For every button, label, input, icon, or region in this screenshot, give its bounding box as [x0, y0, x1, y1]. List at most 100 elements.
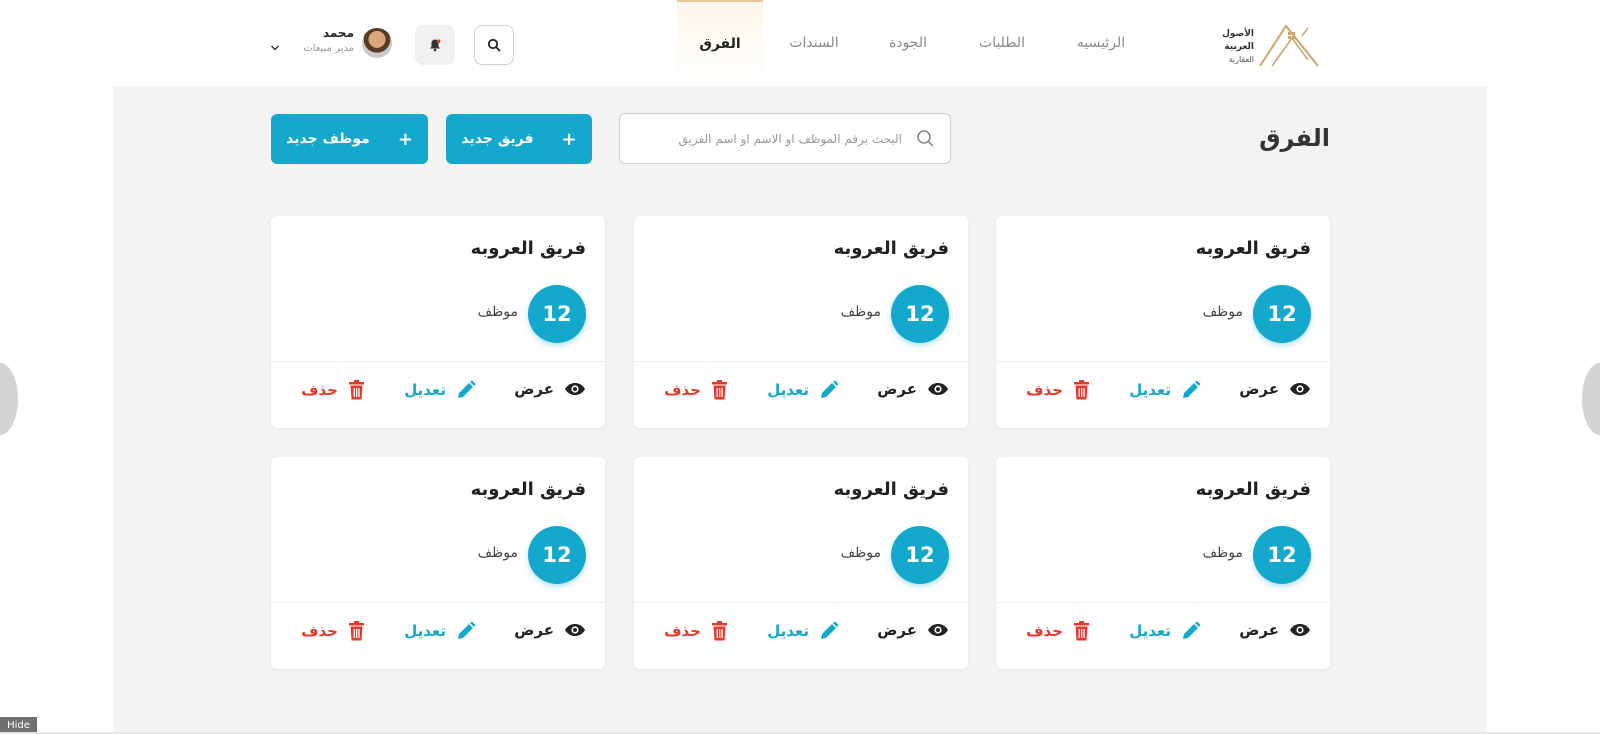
delete-label: حذف: [1026, 622, 1063, 640]
team-card: فريق العروبه 12 موظف عرض تعديل حذف: [996, 457, 1330, 669]
search-icon: [487, 38, 501, 52]
team-card: فريق العروبه 12 موظف عرض تعديل حذف: [271, 457, 605, 669]
edit-team-button[interactable]: تعديل: [404, 380, 476, 400]
view-label: عرض: [877, 621, 917, 639]
new-employee-label: موظف جديد: [286, 131, 370, 147]
notifications-button[interactable]: [415, 25, 455, 65]
pencil-icon: [458, 380, 476, 398]
new-team-button[interactable]: + فريق جديد: [446, 114, 592, 164]
view-team-button[interactable]: عرض: [877, 380, 949, 398]
card-divider: [271, 361, 605, 362]
scroll-right-handle[interactable]: [1582, 363, 1600, 435]
delete-team-button[interactable]: حذف: [301, 621, 365, 641]
employee-count: 12: [528, 526, 586, 584]
pencil-icon: [1183, 380, 1201, 398]
delete-team-button[interactable]: حذف: [301, 380, 365, 400]
edit-team-button[interactable]: تعديل: [767, 621, 839, 641]
view-label: عرض: [1239, 621, 1279, 639]
team-name: فريق العروبه: [470, 479, 586, 500]
pencil-icon: [821, 380, 839, 398]
team-name: فريق العروبه: [833, 238, 949, 259]
card-divider: [996, 361, 1330, 362]
view-label: عرض: [514, 621, 554, 639]
chevron-down-icon[interactable]: [270, 44, 280, 52]
avatar: [362, 28, 392, 58]
brand-text: الأصول العربية العقارية: [1194, 28, 1254, 66]
nav-teams[interactable]: الفرق: [677, 0, 763, 86]
user-name: محمد: [322, 26, 354, 40]
edit-team-button[interactable]: تعديل: [1129, 380, 1201, 400]
employee-count-label: موظف: [1202, 545, 1243, 561]
house-roof-logo-icon: [1259, 24, 1319, 67]
edit-label: تعديل: [1129, 381, 1171, 399]
delete-team-button[interactable]: حذف: [1026, 380, 1090, 400]
scroll-left-handle[interactable]: [0, 363, 18, 435]
user-menu[interactable]: محمد مدير مبيعات: [270, 24, 392, 64]
edit-team-button[interactable]: تعديل: [767, 380, 839, 400]
delete-team-button[interactable]: حذف: [664, 380, 728, 400]
teams-search-input[interactable]: [632, 114, 902, 163]
pencil-icon: [1183, 621, 1201, 639]
trash-icon: [1074, 380, 1089, 400]
trash-icon: [349, 380, 364, 400]
nav-requests[interactable]: الطلبات: [970, 0, 1034, 86]
employee-count-label: موظف: [1202, 304, 1243, 320]
team-card: فريق العروبه 12 موظف عرض تعديل حذف: [634, 216, 968, 428]
view-team-button[interactable]: عرض: [514, 380, 586, 398]
edit-label: تعديل: [404, 622, 446, 640]
nav-home[interactable]: الرئيسيه: [1062, 0, 1140, 86]
team-name: فريق العروبه: [1195, 479, 1311, 500]
view-team-button[interactable]: عرض: [877, 621, 949, 639]
eye-icon: [565, 383, 585, 395]
delete-team-button[interactable]: حذف: [1026, 621, 1090, 641]
eye-icon: [1290, 624, 1310, 636]
eye-icon: [928, 383, 948, 395]
pencil-icon: [821, 621, 839, 639]
view-team-button[interactable]: عرض: [1239, 621, 1311, 639]
delete-label: حذف: [664, 622, 701, 640]
edit-team-button[interactable]: تعديل: [404, 621, 476, 641]
eye-icon: [1290, 383, 1310, 395]
delete-label: حذف: [301, 381, 338, 399]
brand[interactable]: الأصول العربية العقارية: [1194, 20, 1322, 68]
brand-name-line2: العقارية: [1228, 55, 1254, 64]
team-name: فريق العروبه: [470, 238, 586, 259]
employee-count: 12: [891, 526, 949, 584]
view-team-button[interactable]: عرض: [1239, 380, 1311, 398]
view-team-button[interactable]: عرض: [514, 621, 586, 639]
header-search-button[interactable]: [474, 25, 514, 65]
brand-name-line1: الأصول العربية: [1222, 29, 1254, 52]
eye-icon: [928, 624, 948, 636]
card-divider: [634, 602, 968, 603]
delete-team-button[interactable]: حذف: [664, 621, 728, 641]
bell-icon: [430, 39, 441, 52]
eye-icon: [565, 624, 585, 636]
employee-count: 12: [891, 285, 949, 343]
plus-icon: +: [397, 128, 413, 150]
user-role: مدير مبيعات: [303, 43, 354, 54]
trash-icon: [712, 380, 727, 400]
edit-label: تعديل: [767, 622, 809, 640]
employee-count-label: موظف: [477, 304, 518, 320]
pencil-icon: [458, 621, 476, 639]
team-name: فريق العروبه: [833, 479, 949, 500]
employee-count-label: موظف: [840, 304, 881, 320]
nav-bonds[interactable]: السندات: [780, 0, 848, 86]
team-name: فريق العروبه: [1195, 238, 1311, 259]
edit-label: تعديل: [767, 381, 809, 399]
delete-label: حذف: [664, 381, 701, 399]
new-team-label: فريق جديد: [461, 131, 534, 147]
nav-quality[interactable]: الجودة: [876, 0, 940, 86]
employee-count: 12: [1253, 526, 1311, 584]
employee-count: 12: [1253, 285, 1311, 343]
new-employee-button[interactable]: + موظف جديد: [271, 114, 428, 164]
delete-label: حذف: [301, 622, 338, 640]
view-label: عرض: [514, 380, 554, 398]
team-card: فريق العروبه 12 موظف عرض تعديل حذف: [271, 216, 605, 428]
edit-team-button[interactable]: تعديل: [1129, 621, 1201, 641]
page-title: الفرق: [1259, 124, 1330, 152]
trash-icon: [349, 621, 364, 641]
teams-search[interactable]: [619, 113, 951, 164]
employee-count-label: موظف: [840, 545, 881, 561]
top-header: الأصول العربية العقارية الرئيسيه الطلبات…: [0, 0, 1600, 86]
